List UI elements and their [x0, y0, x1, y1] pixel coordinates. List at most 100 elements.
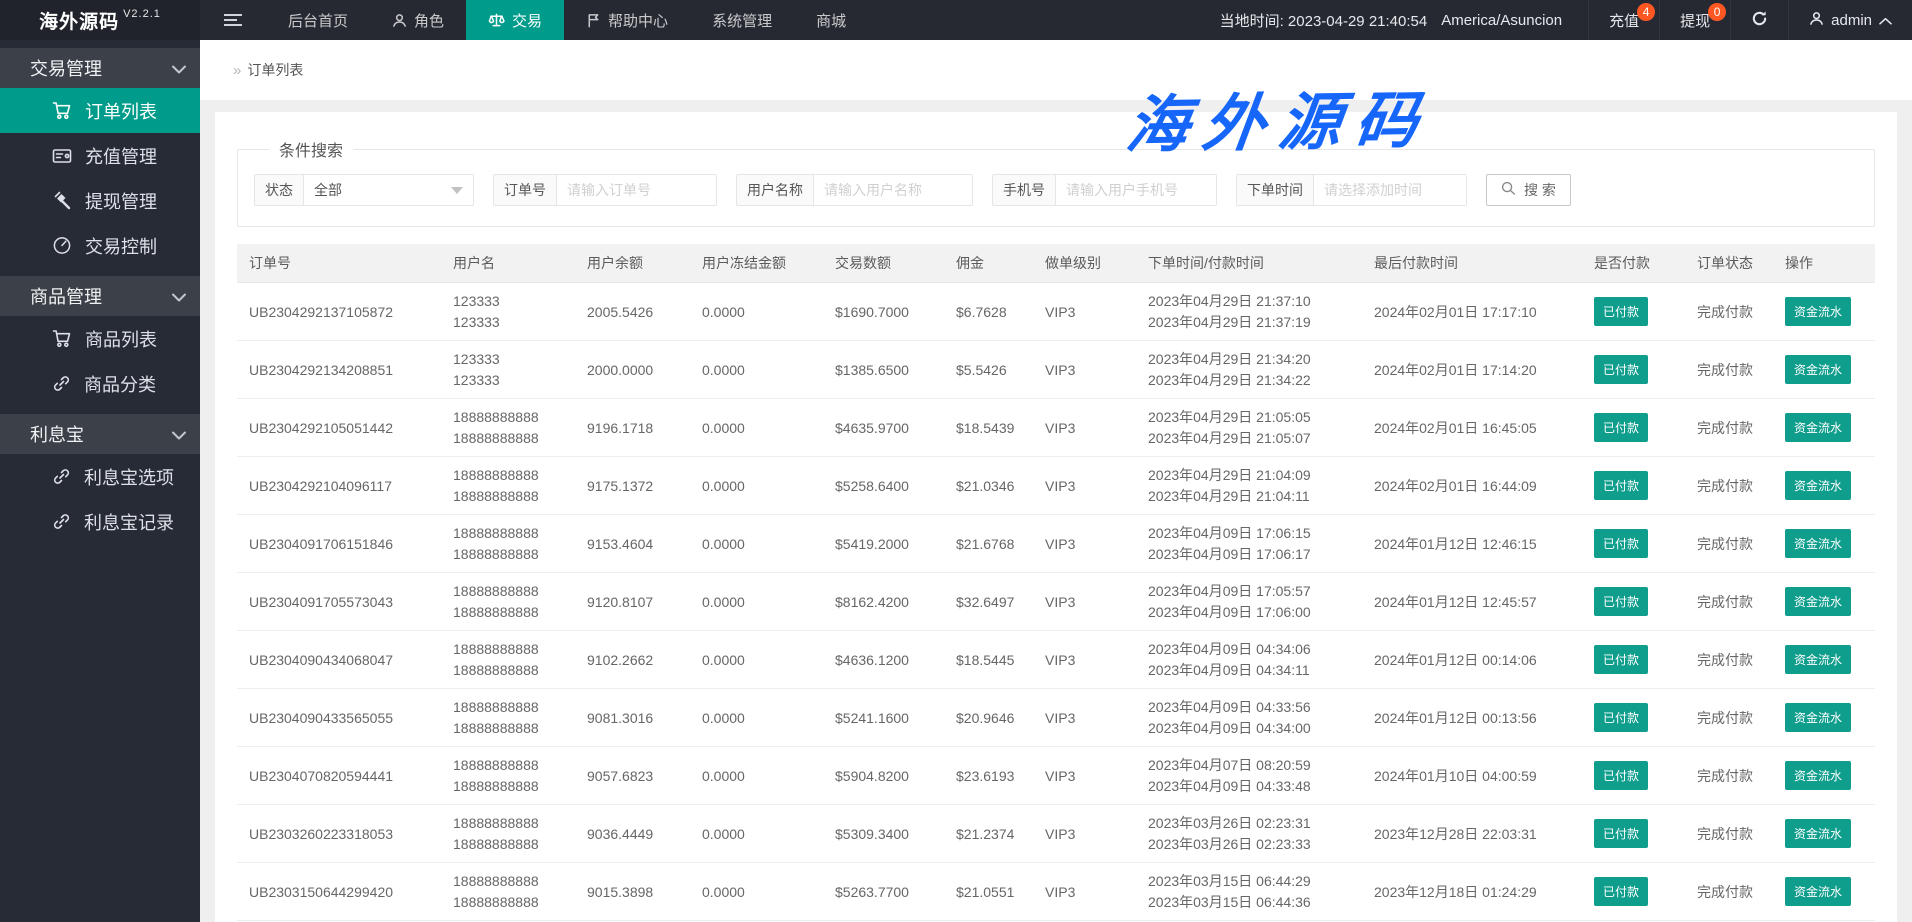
table-row: UB2303260223318053 188888888881888888888…: [237, 805, 1875, 863]
card-icon: [52, 147, 72, 165]
nav-item-dashboard[interactable]: 后台首页: [266, 0, 370, 40]
cell-balance: 2005.5426: [575, 283, 690, 341]
recharge-badge: 4: [1637, 3, 1655, 21]
cart-icon: [52, 101, 72, 120]
admin-username: admin: [1831, 12, 1872, 29]
select-arrow-icon: [451, 187, 463, 194]
cell-frozen: 0.0000: [690, 689, 823, 747]
cell-frozen: 0.0000: [690, 399, 823, 457]
cell-last-pay-time: 2024年01月10日 04:00:59: [1362, 747, 1582, 805]
cell-frozen: 0.0000: [690, 747, 823, 805]
paid-status-badge: 已付款: [1594, 355, 1648, 384]
sidebar-item-goods-category[interactable]: 商品分类: [0, 361, 200, 406]
cell-order-no: UB2304292137105872: [237, 283, 441, 341]
cell-order-times: 2023年03月15日 06:44:292023年03月15日 06:44:36: [1136, 863, 1362, 921]
cell-last-pay-time: 2024年01月12日 00:14:06: [1362, 631, 1582, 689]
recharge-link[interactable]: 充值 4: [1588, 0, 1659, 40]
cell-commission: $5.5426: [944, 341, 1033, 399]
refresh-button[interactable]: [1730, 0, 1788, 40]
sidebar-item-goods-list[interactable]: 商品列表: [0, 316, 200, 361]
search-button[interactable]: 搜 索: [1486, 174, 1571, 206]
app-title: 海外源码: [39, 7, 119, 34]
cell-order-times: 2023年04月07日 08:20:592023年04月09日 04:33:48: [1136, 747, 1362, 805]
fund-flow-button[interactable]: 资金流水: [1785, 761, 1851, 790]
cell-username: 1888888888818888888888: [441, 805, 575, 863]
column-header: 操作: [1773, 244, 1875, 283]
cell-balance: 9175.1372: [575, 457, 690, 515]
search-panel: 条件搜索 状态 全部 订单号 用户名称: [237, 137, 1875, 227]
table-row: UB2304292137105872 123333123333 2005.542…: [237, 283, 1875, 341]
nav-item-system[interactable]: 系统管理: [690, 0, 794, 40]
cell-order-status: 完成付款: [1685, 863, 1773, 921]
cell-order-times: 2023年04月29日 21:05:052023年04月29日 21:05:07: [1136, 399, 1362, 457]
cell-order-status: 完成付款: [1685, 747, 1773, 805]
sidebar-item-withdraw-management[interactable]: 提现管理: [0, 178, 200, 223]
phone-input[interactable]: [1055, 174, 1217, 206]
cell-last-pay-time: 2024年02月01日 16:44:09: [1362, 457, 1582, 515]
sidebar-section-goods-management[interactable]: 商品管理: [0, 276, 200, 316]
table-row: UB2304292105051442 188888888881888888888…: [237, 399, 1875, 457]
fund-flow-button[interactable]: 资金流水: [1785, 529, 1851, 558]
hamburger-icon: [224, 11, 242, 29]
cell-amount: $5419.2000: [823, 515, 944, 573]
fund-flow-button[interactable]: 资金流水: [1785, 645, 1851, 674]
cell-frozen: 0.0000: [690, 863, 823, 921]
cell-order-times: 2023年04月09日 17:05:572023年04月09日 17:06:00: [1136, 573, 1362, 631]
page-title: 订单列表: [247, 60, 303, 80]
cell-frozen: 0.0000: [690, 631, 823, 689]
cell-username: 1888888888818888888888: [441, 457, 575, 515]
sidebar-item-interest-records[interactable]: 利息宝记录: [0, 499, 200, 544]
collapse-menu-button[interactable]: [200, 0, 266, 40]
sidebar-section-interest-treasure[interactable]: 利息宝: [0, 414, 200, 454]
cell-balance: 9120.8107: [575, 573, 690, 631]
cell-username: 1888888888818888888888: [441, 689, 575, 747]
scales-icon: [488, 12, 505, 28]
cell-commission: $32.6497: [944, 573, 1033, 631]
person-icon: [392, 13, 407, 28]
fund-flow-button[interactable]: 资金流水: [1785, 703, 1851, 732]
cell-order-status: 完成付款: [1685, 805, 1773, 863]
fund-flow-button[interactable]: 资金流水: [1785, 877, 1851, 906]
fund-flow-button[interactable]: 资金流水: [1785, 355, 1851, 384]
username-input[interactable]: [813, 174, 973, 206]
nav-item-help-center[interactable]: 帮助中心: [564, 0, 690, 40]
cell-order-status: 完成付款: [1685, 689, 1773, 747]
sidebar-item-interest-options[interactable]: 利息宝选项: [0, 454, 200, 499]
order-time-input[interactable]: [1313, 174, 1467, 206]
nav-item-trade[interactable]: 交易: [466, 0, 564, 40]
fund-flow-button[interactable]: 资金流水: [1785, 819, 1851, 848]
gauge-icon: [52, 236, 72, 255]
sidebar-section-trade-management[interactable]: 交易管理: [0, 48, 200, 88]
fund-flow-button[interactable]: 资金流水: [1785, 471, 1851, 500]
cell-level: VIP3: [1033, 283, 1136, 341]
top-navbar: 海外源码 V2.2.1 后台首页 角色 交易 帮助中心 系统管理 商城 当地时: [0, 0, 1912, 40]
cell-username: 1888888888818888888888: [441, 863, 575, 921]
nav-item-roles[interactable]: 角色: [370, 0, 466, 40]
cell-last-pay-time: 2024年02月01日 16:45:05: [1362, 399, 1582, 457]
cell-order-times: 2023年04月09日 17:06:152023年04月09日 17:06:17: [1136, 515, 1362, 573]
table-row: UB2303150644299420 188888888881888888888…: [237, 863, 1875, 921]
navbar-right: 当地时间: 2023-04-29 21:40:54 America/Asunci…: [1220, 0, 1912, 40]
order-no-input[interactable]: [556, 174, 717, 206]
status-select[interactable]: 全部: [303, 174, 474, 206]
paid-status-badge: 已付款: [1594, 587, 1648, 616]
withdraw-link[interactable]: 提现 0: [1659, 0, 1730, 40]
column-header: 做单级别: [1033, 244, 1136, 283]
fund-flow-button[interactable]: 资金流水: [1785, 297, 1851, 326]
nav-item-mall[interactable]: 商城: [794, 0, 868, 40]
sidebar-item-recharge-management[interactable]: 充值管理: [0, 133, 200, 178]
cell-order-times: 2023年03月26日 02:23:312023年03月26日 02:23:33: [1136, 805, 1362, 863]
cell-commission: $21.0551: [944, 863, 1033, 921]
sidebar-item-order-list[interactable]: 订单列表: [0, 88, 200, 133]
cell-balance: 9153.4604: [575, 515, 690, 573]
cell-frozen: 0.0000: [690, 805, 823, 863]
admin-menu[interactable]: admin: [1788, 0, 1912, 40]
fund-flow-button[interactable]: 资金流水: [1785, 413, 1851, 442]
fund-flow-button[interactable]: 资金流水: [1785, 587, 1851, 616]
cell-commission: $21.6768: [944, 515, 1033, 573]
column-header: 订单号: [237, 244, 441, 283]
column-header: 交易数额: [823, 244, 944, 283]
cell-amount: $5241.1600: [823, 689, 944, 747]
cell-amount: $5258.6400: [823, 457, 944, 515]
sidebar-item-trade-control[interactable]: 交易控制: [0, 223, 200, 268]
